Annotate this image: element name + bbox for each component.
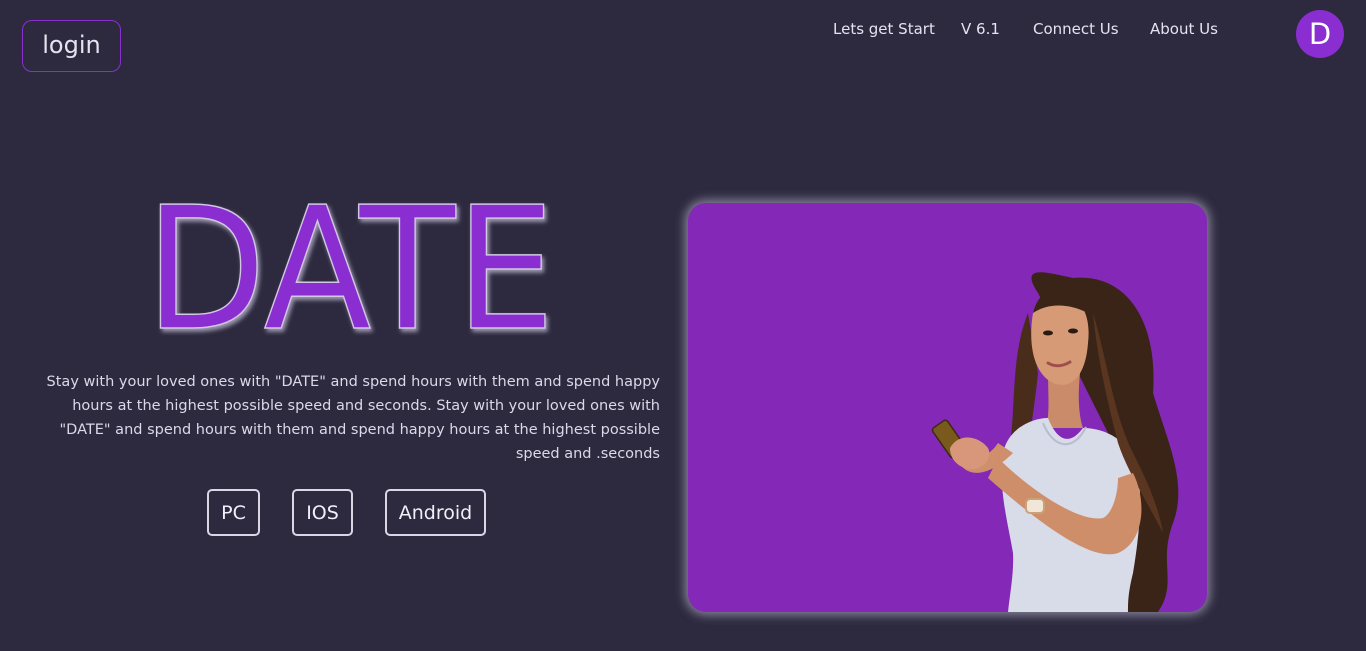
platform-pc-button[interactable]: PC	[207, 489, 260, 536]
nav-connect-us[interactable]: Connect Us	[1033, 20, 1119, 42]
landing-page: login Lets get Start V 6.1 Connect Us Ab…	[0, 0, 1366, 651]
hero-image-card	[688, 203, 1207, 612]
hero-title: DATE	[100, 178, 600, 348]
avatar[interactable]: D	[1296, 10, 1344, 58]
hero-description: Stay with your loved ones with "DATE" an…	[46, 374, 660, 462]
platform-ios-button[interactable]: IOS	[292, 489, 353, 536]
login-button[interactable]: login	[22, 20, 121, 72]
nav-about-us[interactable]: About Us	[1150, 20, 1218, 42]
nav-lets-get-start[interactable]: Lets get Start	[833, 20, 935, 42]
platform-android-button[interactable]: Android	[385, 489, 486, 536]
woman-with-phone-image	[931, 272, 1179, 612]
nav-version[interactable]: V 6.1	[961, 20, 1000, 42]
hero-title-text: DATE	[145, 178, 555, 348]
